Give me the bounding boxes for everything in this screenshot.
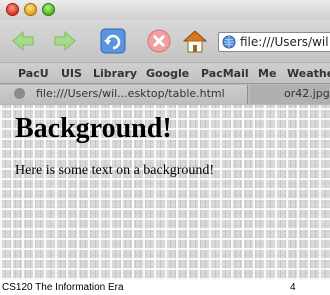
reload-icon [100,28,126,54]
browser-window: file:///Users/wil PacU UIS Library Googl… [0,0,330,280]
slide-footer-title: CS120 The Information Era [2,282,124,293]
bookmark-pacmail[interactable]: PacMail [201,67,249,80]
slide-page-number: 4 [290,282,296,293]
tab-or42-jpg[interactable]: or42.jpg [250,85,330,104]
tab-label: or42.jpg [284,87,330,100]
address-bar[interactable]: file:///Users/wil [218,32,330,52]
bookmarks-bar: PacU UIS Library Google PacMail Me Weath… [0,62,330,83]
tab-bar: file:///Users/wil...esktop/table.html or… [0,83,330,105]
home-icon [182,30,208,53]
close-window-button[interactable] [6,3,19,16]
zoom-window-button[interactable] [42,3,55,16]
forward-button[interactable] [52,28,78,54]
address-bar-url: file:///Users/wil [240,35,329,49]
page-favicon-icon [14,88,25,99]
page-heading: Background! [15,113,172,144]
globe-icon [222,35,236,49]
bookmark-library[interactable]: Library [93,67,137,80]
bookmark-pacu[interactable]: PacU [18,67,49,80]
forward-arrow-icon [54,30,76,52]
stop-button[interactable] [146,28,172,54]
title-bar [0,0,330,20]
stop-icon [147,29,171,53]
page-paragraph: Here is some text on a background! [15,163,215,178]
reload-button[interactable] [100,28,126,54]
bookmark-weather[interactable]: Weather [287,67,330,80]
toolbar: file:///Users/wil [0,20,330,62]
back-arrow-icon [12,30,34,52]
tab-label: file:///Users/wil...esktop/table.html [36,87,225,100]
home-button[interactable] [182,28,208,54]
tab-table-html[interactable]: file:///Users/wil...esktop/table.html [0,85,248,104]
minimize-window-button[interactable] [24,3,37,16]
back-button[interactable] [10,28,36,54]
bookmark-me[interactable]: Me [258,67,276,80]
page-content: Background! Here is some text on a backg… [0,105,330,280]
bookmark-uis[interactable]: UIS [61,67,82,80]
bookmark-google[interactable]: Google [146,67,189,80]
